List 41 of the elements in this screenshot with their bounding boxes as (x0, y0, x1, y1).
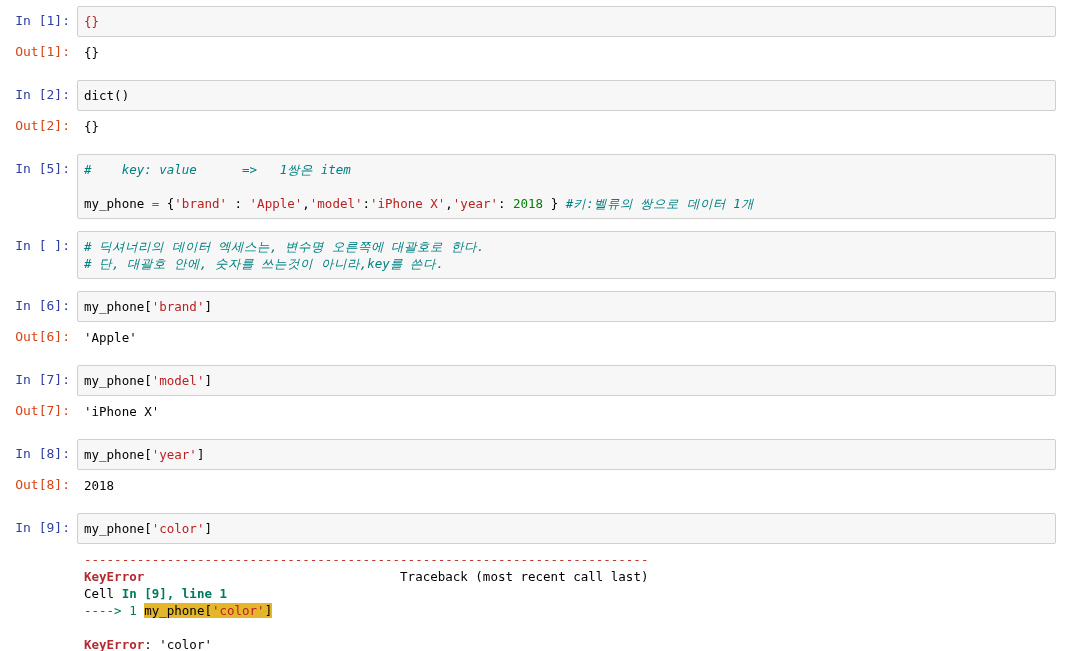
code-line: my_phone['color'] (84, 520, 213, 537)
error-line: KeyError Traceback (most recent call last) (84, 568, 650, 585)
output-line: 'iPhone X' (84, 403, 161, 420)
output-line: {} (84, 44, 101, 61)
code-line: my_phone['model'] (84, 372, 213, 389)
code-cell[interactable]: # 딕셔너리의 데이터 엑세스는, 변수명 오른쪽에 대괄호로 한다. # 단, 대괄호 안에, 숫자를 쓰는것이 아니라,key를 쓴다. (77, 231, 1056, 279)
output-prompt: Out[6]: (14, 328, 71, 345)
input-prompt: In [8]: (14, 445, 71, 462)
input-prompt: In [5]: (14, 160, 71, 177)
code-line: {} (84, 13, 101, 30)
output-prompt: Out[8]: (14, 476, 71, 493)
code-line: # key: value => 1쌍은 item (84, 161, 352, 178)
code-cell[interactable]: my_phone['brand'] (77, 291, 1056, 322)
code-line: dict() (84, 87, 131, 104)
code-cell[interactable]: my_phone['model'] (77, 365, 1056, 396)
input-prompt: In [ ]: (14, 237, 71, 254)
error-line: ----> 1 my_phone['color'] (84, 602, 274, 619)
code-line: my_phone['year'] (84, 446, 206, 463)
output-prompt: Out[1]: (14, 43, 71, 60)
code-cell[interactable]: {} (77, 6, 1056, 37)
code-cell[interactable]: dict() (77, 80, 1056, 111)
output-line: 'Apple' (84, 329, 138, 346)
output-line: {} (84, 118, 101, 135)
code-line: # 단, 대괄호 안에, 숫자를 쓰는것이 아니라,key를 쓴다. (84, 255, 445, 272)
error-line: --------------------------------------------------------------------------- (84, 551, 650, 568)
code-cell[interactable]: # key: value => 1쌍은 item my_phone = {'brand' : 'Apple','model':'iPhone X','year': 2018 } #키:벨류의 쌍으로 데이터 1개 (77, 154, 1056, 219)
code-cell[interactable]: my_phone['year'] (77, 439, 1056, 470)
error-line: Cell In [9], line 1 (84, 585, 228, 602)
input-prompt: In [6]: (14, 297, 71, 314)
input-prompt: In [9]: (14, 519, 71, 536)
input-prompt: In [7]: (14, 371, 71, 388)
code-line: my_phone['brand'] (84, 298, 213, 315)
code-cell[interactable]: my_phone['color'] (77, 513, 1056, 544)
input-prompt: In [1]: (14, 12, 71, 29)
output-line: 2018 (84, 477, 116, 494)
output-prompt: Out[2]: (14, 117, 71, 134)
output-prompt: Out[7]: (14, 402, 71, 419)
input-prompt: In [2]: (14, 86, 71, 103)
code-line: my_phone = {'brand' : 'Apple','model':'iPhone X','year': 2018 } #키:벨류의 쌍으로 데이터 1개 (84, 195, 755, 212)
error-line: KeyError: 'color' (84, 636, 213, 651)
code-line: # 딕셔너리의 데이터 엑세스는, 변수명 오른쪽에 대괄호로 한다. (84, 238, 486, 255)
